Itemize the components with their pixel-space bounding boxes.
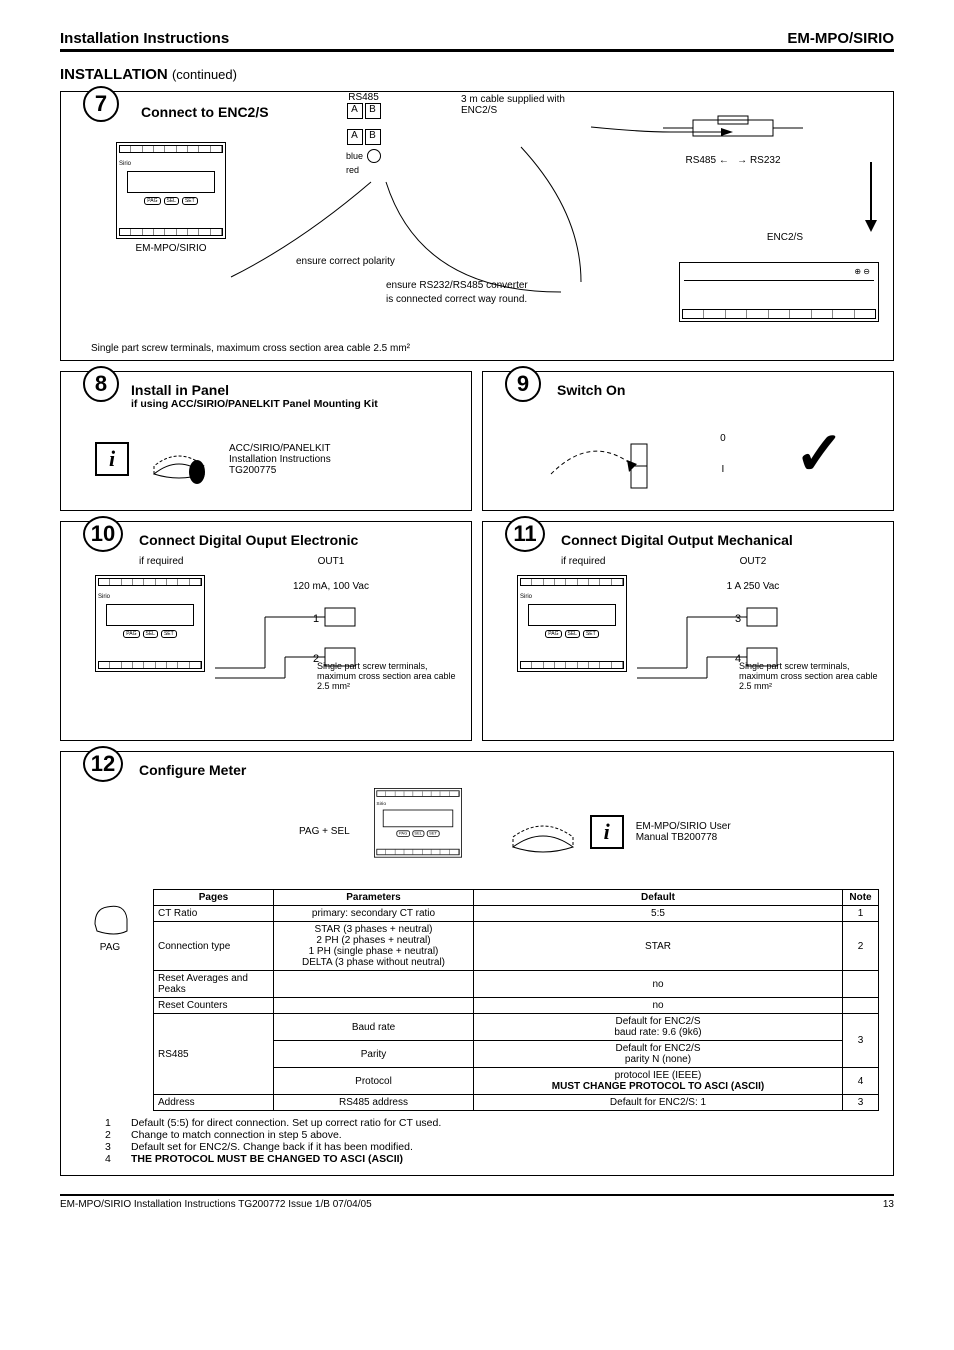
btn-sel: SEL — [164, 197, 179, 205]
polarity-label: ensure correct polarity — [296, 256, 395, 267]
step7-box: 7 Connect to ENC2/S Sirio PAGSELSET EM-M… — [60, 91, 894, 361]
step8-title: Install in Panel — [131, 382, 457, 398]
step12-box: 12 Configure Meter PAG + SEL Sirio PAGSE… — [60, 751, 894, 1176]
step8-doc: ACC/SIRIO/PANELKIT Installation Instruct… — [229, 443, 331, 476]
step10-note: Single part screw terminals, maximum cro… — [317, 661, 457, 691]
step12-title: Configure Meter — [139, 762, 879, 778]
svg-text:3: 3 — [735, 613, 741, 625]
page-header: Installation Instructions EM-MPO/SIRIO — [60, 30, 894, 52]
section-continued: (continued) — [172, 67, 237, 82]
meter-graphic-10: Sirio PAGSELSET — [95, 575, 205, 672]
manual-icon-12 — [508, 807, 578, 857]
step10-badge: 10 — [83, 516, 123, 552]
cable-label: 3 m cable supplied with ENC2/S — [461, 94, 581, 116]
th-default: Default — [474, 890, 843, 906]
footer-page: 13 — [883, 1199, 894, 1210]
info-icon: i — [95, 442, 129, 476]
th-params: Parameters — [274, 890, 474, 906]
step10-ifreq: if required — [139, 556, 205, 567]
rs485-arrow: RS485 ← — [685, 155, 728, 166]
step9-box: 9 Switch On 0 I ✓ — [482, 371, 894, 511]
section-title: INSTALLATION (continued) — [60, 66, 894, 83]
table-row: Reset Counters no — [154, 998, 879, 1014]
info-icon-12: i — [590, 815, 624, 849]
step10-title: Connect Digital Ouput Electronic — [139, 532, 457, 548]
pag-label: PAG — [75, 942, 145, 953]
terminals-note: Single part screw terminals, maximum cro… — [91, 343, 410, 354]
device-label: EM-MPO/SIRIO — [116, 243, 226, 254]
section-name: INSTALLATION — [60, 66, 168, 83]
arrow-down-icon — [863, 162, 879, 235]
enc2s-box: ⊕ ⊖ — [679, 262, 879, 322]
check-icon: ✓ — [794, 419, 844, 489]
step9-badge: 9 — [505, 366, 541, 402]
meter-label: Sirio — [119, 161, 223, 167]
table-row: RS485 Baud rate Default for ENC2/S baud … — [154, 1014, 879, 1041]
step8-box: 8 Install in Panel if using ACC/SIRIO/PA… — [60, 371, 472, 511]
meter-graphic-12: Sirio PAGSELSET — [374, 788, 462, 858]
table-row: Reset Averages and Peaks no — [154, 971, 879, 998]
manual-icon — [149, 434, 209, 484]
pagsel-label: PAG + SEL — [299, 826, 350, 837]
header-left: Installation Instructions — [60, 30, 229, 47]
step10-box: 10 Connect Digital Ouput Electronic if r… — [60, 521, 472, 741]
step11-box: 11 Connect Digital Output Mechanical if … — [482, 521, 894, 741]
step7-badge: 7 — [83, 86, 119, 122]
step8-badge: 8 — [83, 366, 119, 402]
header-right: EM-MPO/SIRIO — [787, 30, 894, 47]
step11-rating: 1 A 250 Vac — [627, 581, 879, 592]
enc-label: ENC2/S — [767, 232, 803, 243]
table-row: Connection type STAR (3 phases + neutral… — [154, 922, 879, 971]
converter-label2: is connected correct way round. — [386, 294, 527, 305]
step9-title: Switch On — [557, 382, 879, 398]
switch-0: 0 — [720, 433, 726, 444]
step11-out: OUT2 — [627, 556, 879, 567]
step11-ifreq: if required — [561, 556, 627, 567]
footer-left: EM-MPO/SIRIO Installation Instructions T… — [60, 1199, 372, 1210]
term-b-top: B — [365, 103, 381, 119]
step7-title: Connect to ENC2/S — [141, 104, 269, 120]
footnotes: 1Default (5:5) for direct connection. Se… — [105, 1117, 879, 1165]
step12-doc: EM-MPO/SIRIO User Manual TB200778 — [636, 821, 731, 843]
rs485-label: RS485 — [346, 92, 381, 103]
meter-graphic: Sirio PAG SELSET — [116, 142, 226, 239]
step11-title: Connect Digital Output Mechanical — [561, 532, 879, 548]
svg-text:1: 1 — [313, 613, 319, 625]
term-a-top: A — [347, 103, 363, 119]
btn-pag: PAG — [144, 197, 160, 205]
step12-badge: 12 — [83, 746, 123, 782]
th-pages: Pages — [154, 890, 274, 906]
th-note: Note — [843, 890, 879, 906]
protocol-cell: protocol IEE (IEEE)MUST CHANGE PROTOCOL … — [474, 1068, 843, 1095]
step10-rating: 120 mA, 100 Vac — [205, 581, 457, 592]
thumb-icon — [85, 889, 135, 939]
switch-icon — [531, 414, 651, 494]
config-table: Pages Parameters Default Note CT Ratio p… — [153, 889, 879, 1111]
btn-set: SET — [182, 197, 198, 205]
page-footer: EM-MPO/SIRIO Installation Instructions T… — [60, 1194, 894, 1210]
converter-label1: ensure RS232/RS485 converter — [386, 280, 528, 291]
table-row: CT Ratio primary: secondary CT ratio 5:5… — [154, 906, 879, 922]
step11-badge: 11 — [505, 516, 545, 552]
rs232-arrow: → RS232 — [737, 155, 780, 166]
step11-note: Single part screw terminals, maximum cro… — [739, 661, 879, 691]
step8-sub: if using ACC/SIRIO/PANELKIT Panel Mounti… — [131, 398, 457, 410]
table-row: Address RS485 address Default for ENC2/S… — [154, 1095, 879, 1111]
converter-graphic: RS485 ← → RS232 — [663, 112, 803, 166]
step10-out: OUT1 — [205, 556, 457, 567]
meter-graphic-11: Sirio PAGSELSET — [517, 575, 627, 672]
switch-1: I — [720, 464, 726, 475]
